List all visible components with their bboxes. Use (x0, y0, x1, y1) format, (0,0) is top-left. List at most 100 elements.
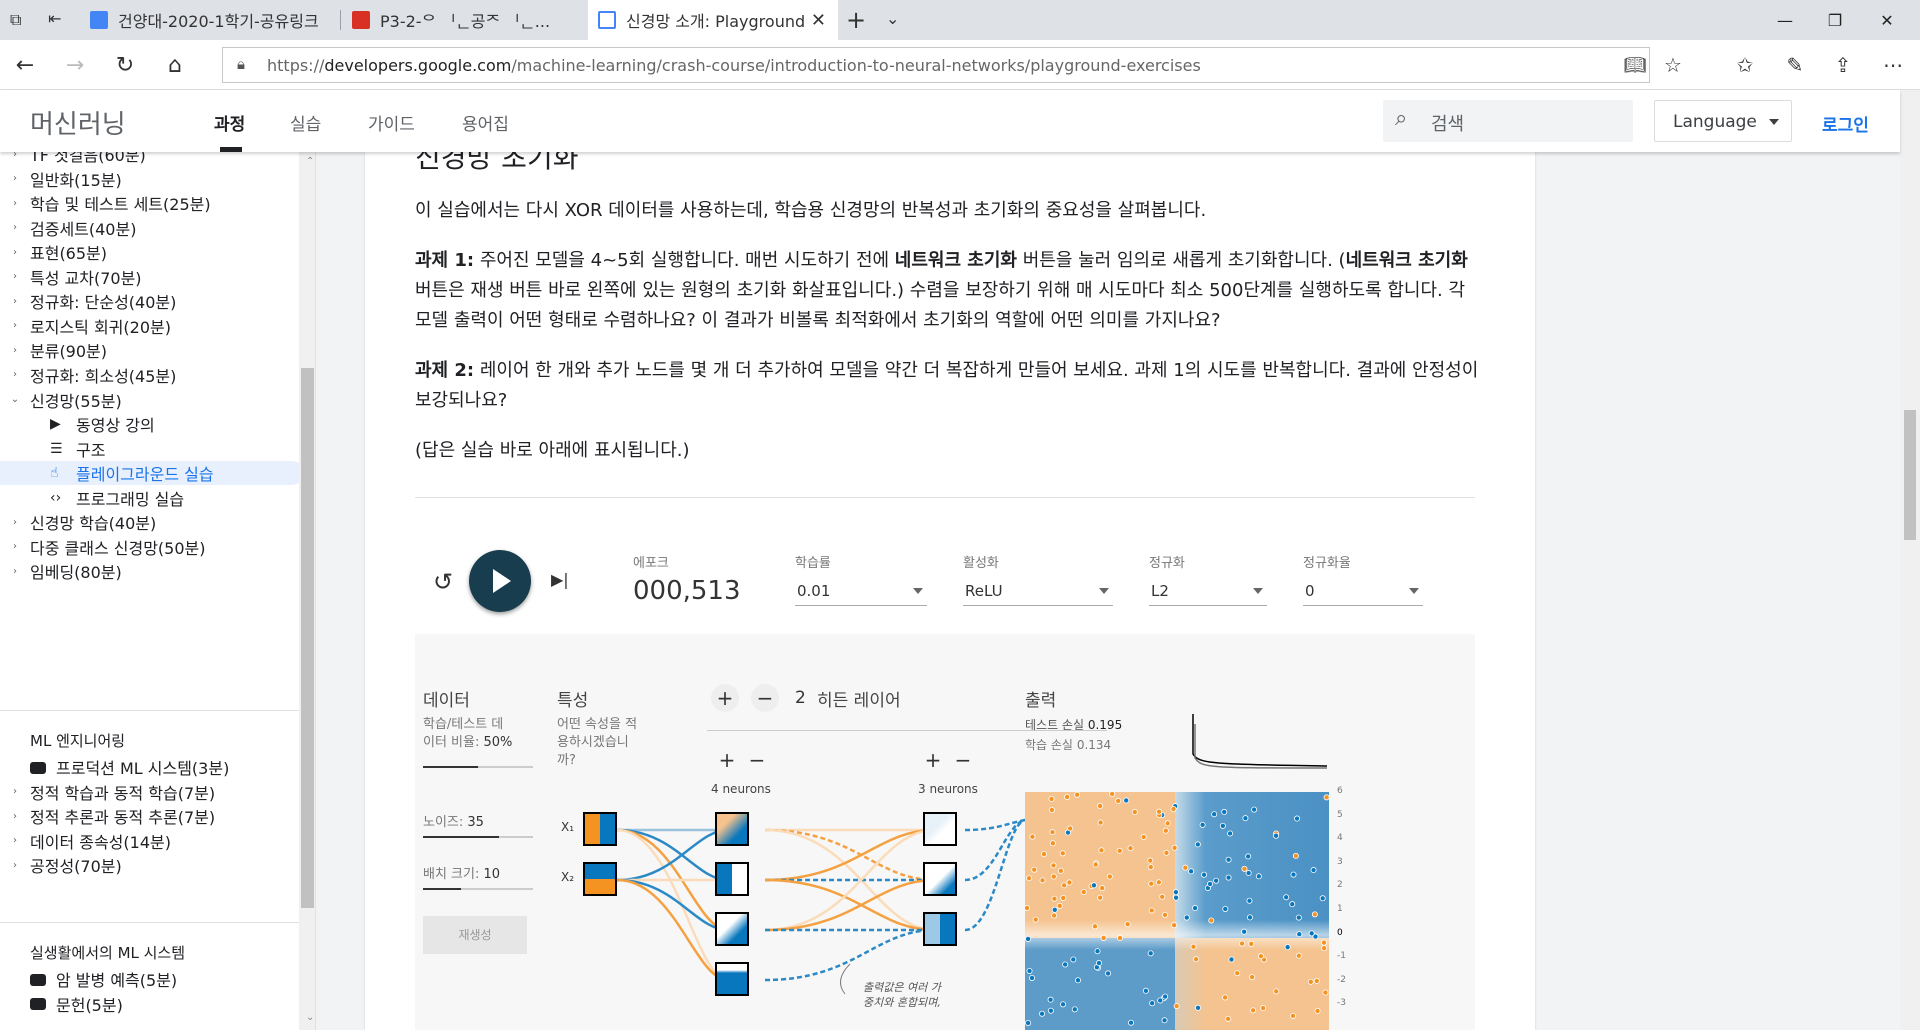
sidebar-item-active[interactable]: ☝︎ 플레이그라운드 실습 (0, 461, 304, 486)
hidden-neuron[interactable] (715, 812, 749, 846)
sidebar-item[interactable]: › 로지스틱 회귀(20분) (0, 314, 300, 338)
scroll-up-icon[interactable]: ⌃ (306, 156, 314, 167)
nav-tab-course[interactable]: 과정 (214, 110, 245, 135)
sidebar-item[interactable]: › 다중 클래스 신경망(50분) (0, 535, 300, 559)
new-tab-icon[interactable]: + (846, 6, 866, 34)
sidebar-subitem[interactable]: ‹› 프로그래밍 실습 (0, 486, 300, 510)
scrollbar-thumb[interactable] (1904, 410, 1916, 540)
regenerate-button[interactable]: 재생성 (423, 916, 527, 954)
reset-icon[interactable]: ↺ (433, 568, 453, 596)
hidden-neuron[interactable] (715, 862, 749, 896)
language-select[interactable]: Language (1654, 100, 1792, 142)
regularization-rate-select[interactable]: 0 (1303, 578, 1423, 606)
hidden-neuron[interactable] (715, 912, 749, 946)
login-link[interactable]: 로그인 (1822, 111, 1869, 136)
data-point (1295, 952, 1302, 959)
sidebar-item[interactable]: › 정규화: 단순성(40분) (0, 289, 300, 313)
nav-tab-practice[interactable]: 실습 (290, 110, 321, 135)
step-icon[interactable]: ▶︎| (551, 570, 569, 589)
pen-icon[interactable]: ✎ (1778, 48, 1812, 82)
activation-select[interactable]: ReLU (963, 578, 1113, 606)
data-point (1171, 922, 1178, 929)
sidebar-item[interactable]: › 임베딩(80분) (0, 559, 300, 583)
home-icon[interactable]: ⌂ (158, 48, 192, 82)
hidden-neuron[interactable] (715, 962, 749, 996)
browser-tab-playground[interactable]: 신경망 소개: Playground ✕ (588, 0, 838, 40)
add-neuron-layer1-button[interactable]: + (713, 746, 741, 774)
hidden-neuron[interactable] (923, 912, 957, 946)
search-box[interactable]: ⌕ 검색 (1383, 100, 1633, 142)
remove-neuron-layer1-button[interactable]: − (743, 746, 771, 774)
sidebar-item[interactable]: › 데이터 종속성(14분) (0, 829, 300, 853)
regularization-select[interactable]: L2 (1149, 578, 1267, 606)
nav-tab-guide[interactable]: 가이드 (368, 110, 415, 135)
remove-neuron-layer2-button[interactable]: − (949, 746, 977, 774)
share-icon[interactable]: ⇪ (1826, 48, 1860, 82)
sidebar-subitem[interactable]: ☰ 구조 (0, 437, 300, 461)
data-point (1164, 820, 1171, 827)
sidebar-item[interactable]: › 학습 및 테스트 세트(25분) (0, 191, 300, 215)
sidebar-scrollbar[interactable]: ⌃ ⌄ (299, 152, 315, 1030)
ratio-slider[interactable] (423, 766, 533, 768)
favorite-star-icon[interactable]: ☆ (1656, 48, 1690, 82)
sidebar-subitem[interactable]: ▶︎ 동영상 강의 (0, 412, 300, 436)
sidebar-item[interactable]: › 정적 학습과 동적 학습(7분) (0, 780, 300, 804)
scrollbar-thumb[interactable] (301, 368, 314, 908)
data-point (1225, 856, 1232, 863)
sidebar-item[interactable]: › 공정성(70분) (0, 853, 300, 877)
feature-x1-node[interactable] (583, 812, 617, 846)
minimize-icon[interactable]: — (1762, 0, 1808, 40)
sidebar-item-expanded[interactable]: ⌄ 신경망(55분) (0, 388, 300, 412)
browser-tab-pdf[interactable]: P3-2-ᄋ ᅵᆫ공ᄌ ᅵᆫ... (342, 0, 586, 40)
sidebar-item[interactable]: › 분류(90분) (0, 338, 300, 362)
more-icon[interactable]: ⋯ (1876, 48, 1910, 82)
sidebar-item-video[interactable]: 암 발병 예측(5분) (0, 967, 300, 991)
chevron-down-icon[interactable]: ⌄ (886, 9, 899, 28)
hidden-neuron[interactable] (923, 862, 957, 896)
reading-view-icon[interactable]: 📖︎ (1618, 48, 1652, 82)
nav-tab-glossary[interactable]: 용어집 (462, 110, 509, 135)
play-button[interactable] (469, 550, 531, 612)
refresh-icon[interactable]: ↻ (108, 48, 142, 82)
hidden-neuron[interactable] (923, 812, 957, 846)
sidebar-item-video[interactable]: 프로덕션 ML 시스템(3분) (0, 755, 300, 779)
sidebar-item[interactable]: › 정규화: 희소성(45분) (0, 363, 300, 387)
back-icon[interactable]: ← (8, 48, 42, 82)
add-layer-button[interactable]: + (711, 684, 739, 712)
sidebar-item[interactable]: › 일반화(15분) (0, 167, 300, 191)
learning-rate-select[interactable]: 0.01 (795, 578, 927, 606)
noise-label-text: 노이즈: (423, 815, 464, 830)
tab-back-icon[interactable]: ⇤ (48, 9, 61, 28)
window-close-icon[interactable]: ✕ (1864, 0, 1910, 40)
axis-tick-label: 5 (1337, 809, 1343, 820)
maximize-icon[interactable]: ❐ (1812, 0, 1858, 40)
page-scrollbar[interactable] (1900, 90, 1920, 1030)
address-bar[interactable]: 🔒︎ https://developers.google.com/machine… (222, 47, 1650, 83)
sidebar-item[interactable]: › 표현(65분) (0, 240, 300, 264)
add-neuron-layer2-button[interactable]: + (919, 746, 947, 774)
sidebar-item[interactable]: › 검증세트(40분) (0, 216, 300, 240)
sidebar-item[interactable]: › TF 첫걸음(60분) (0, 152, 300, 166)
browser-tab-docs[interactable]: 건양대-2020-1학기-공유링크 (80, 0, 342, 40)
sidebar-item-video[interactable]: 문헌(5분) (0, 992, 300, 1016)
batch-slider[interactable] (423, 888, 533, 890)
language-label: Language (1673, 112, 1757, 132)
remove-layer-button[interactable]: − (751, 684, 779, 712)
data-point (1049, 840, 1056, 847)
annotation-line: 출력값은 여러 가 (863, 981, 941, 994)
scroll-down-icon[interactable]: ⌄ (306, 1012, 314, 1023)
forward-icon[interactable]: → (58, 48, 92, 82)
sidebar-item[interactable]: › 특성 교차(70분) (0, 265, 300, 289)
noise-slider[interactable] (423, 836, 533, 838)
sidebar-item-label: 동영상 강의 (76, 416, 155, 436)
feature-x2-node[interactable] (583, 862, 617, 896)
favorites-list-icon[interactable]: ✩ (1728, 48, 1762, 82)
site-title[interactable]: 머신러닝 (30, 104, 126, 141)
hidden-layer-count: 2 (795, 688, 806, 708)
close-tab-icon[interactable]: ✕ (811, 10, 826, 31)
sidebar-item[interactable]: › 정적 추론과 동적 추론(7분) (0, 804, 300, 828)
tab-actions-icon[interactable]: ⧉ (10, 10, 21, 30)
data-point (1295, 914, 1302, 921)
data-point (1149, 1000, 1156, 1007)
sidebar-item[interactable]: › 신경망 학습(40분) (0, 510, 300, 534)
